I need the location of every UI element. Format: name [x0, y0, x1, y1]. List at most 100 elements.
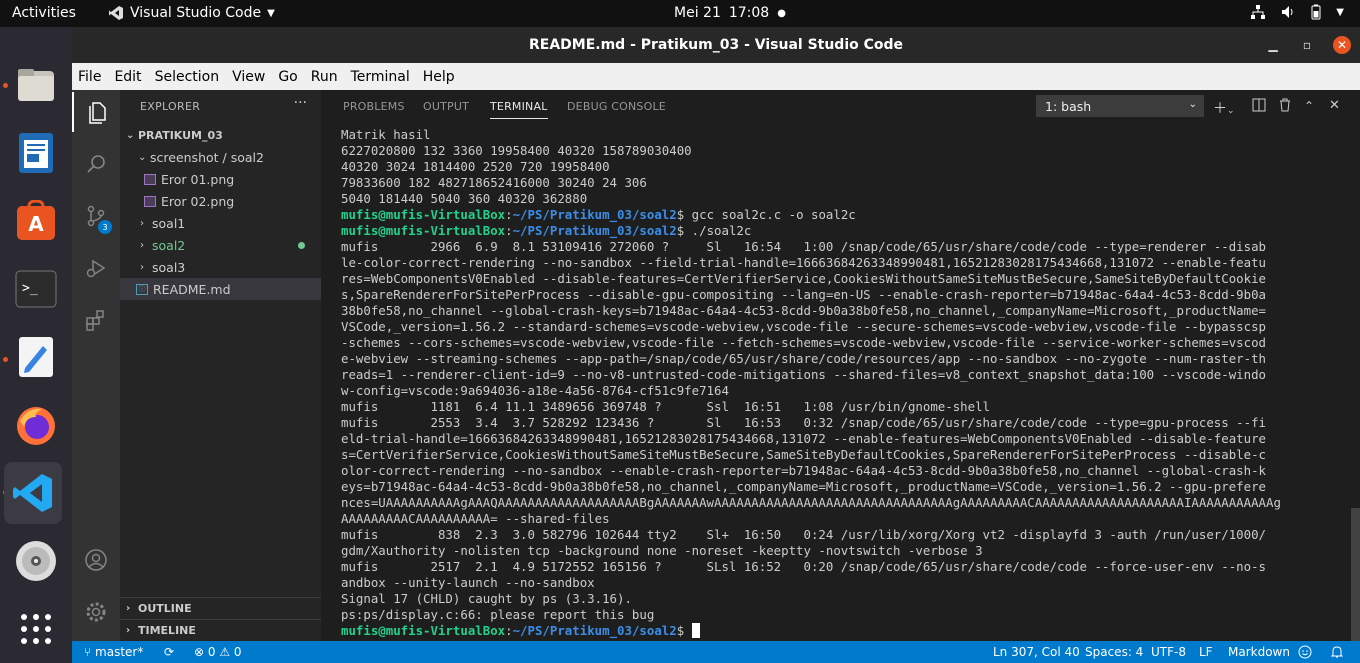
tab-output[interactable]: OUTPUT — [423, 100, 469, 113]
notifications-button[interactable] — [1330, 645, 1344, 662]
terminal-line: olor-correct-rendering --no-sandbox --en… — [341, 463, 1267, 478]
search-view-button[interactable] — [72, 144, 120, 184]
split-icon — [1252, 98, 1266, 112]
menu-go[interactable]: Go — [272, 69, 304, 85]
window-titlebar[interactable]: README.md - Pratikum_03 - Visual Studio … — [72, 27, 1360, 63]
timeline-label: TIMELINE — [138, 624, 196, 637]
tab-terminal[interactable]: TERMINAL — [490, 100, 548, 119]
chevron-right-icon: › — [126, 625, 131, 636]
menu-run[interactable]: Run — [305, 69, 345, 85]
terminal-icon: >_ — [15, 270, 57, 308]
cursor-position[interactable]: Ln 307, Col 40 — [993, 645, 1080, 659]
problems-indicator[interactable]: ⊗ 0 ⚠ 0 — [194, 645, 242, 659]
branch-indicator[interactable]: ⑂ master* — [84, 645, 143, 659]
encoding-indicator[interactable]: UTF-8 — [1151, 645, 1186, 659]
terminal-selector[interactable]: 1: bash ⌄ — [1036, 95, 1204, 117]
writer-launcher[interactable] — [10, 127, 62, 179]
tree-file-eror-02[interactable]: Eror 02.png — [120, 190, 321, 212]
explorer-view-button[interactable] — [72, 92, 120, 132]
feedback-icon — [1298, 645, 1312, 659]
vscode-launcher[interactable] — [4, 462, 62, 524]
terminal-line: 6227020800 132 3360 19958400 40320 15878… — [341, 143, 692, 158]
extensions-icon — [86, 310, 104, 331]
menu-edit[interactable]: Edit — [108, 69, 148, 85]
terminal-line: 38b0fe58,no_channel --global-crash-keys=… — [341, 303, 1267, 318]
system-tray[interactable]: ▼ — [1250, 4, 1344, 20]
tab-problems[interactable]: PROBLEMS — [343, 100, 405, 113]
menu-file[interactable]: File — [72, 69, 108, 85]
accounts-button[interactable] — [72, 540, 120, 580]
run-debug-view-button[interactable] — [72, 248, 120, 288]
panel-tab-bar: PROBLEMS OUTPUT TERMINAL DEBUG CONSOLE 1… — [321, 90, 1360, 122]
sync-button[interactable]: ⟳ — [164, 645, 174, 659]
tree-folder-soal1[interactable]: › soal1 — [120, 212, 321, 234]
terminal-line: reads=1 --renderer-client-id=9 --no-v8-u… — [341, 367, 1267, 382]
eol-indicator[interactable]: LF — [1199, 645, 1213, 659]
extensions-view-button[interactable] — [72, 300, 120, 340]
source-control-view-button[interactable]: 3 — [72, 196, 120, 236]
timeline-section[interactable]: › TIMELINE — [120, 619, 321, 641]
vscode-app-icon — [109, 6, 123, 20]
indentation-indicator[interactable]: Spaces: 4 — [1085, 645, 1143, 659]
markdown-file-icon: ⓘ — [136, 283, 148, 295]
menu-terminal[interactable]: Terminal — [345, 69, 417, 85]
terminal-line: mufis@mufis-VirtualBox:~/PS/Pratikum_03/… — [341, 623, 1351, 639]
close-button[interactable]: ✕ — [1333, 36, 1351, 54]
terminal-selector-value: 1: bash — [1045, 99, 1092, 114]
tree-folder-soal2[interactable]: › soal2 — [120, 234, 321, 256]
terminal-line: s=CertVerifierService,CookiesWithoutSame… — [341, 447, 1267, 462]
tree-folder-screenshot[interactable]: ⌄ screenshot / soal2 — [120, 146, 321, 168]
minimize-button[interactable]: ▁ — [1264, 36, 1282, 54]
manage-button[interactable] — [72, 592, 120, 632]
software-launcher[interactable]: A — [10, 195, 62, 247]
terminal-line: 79833600 182 482718652416000 30240 24 30… — [341, 175, 647, 190]
terminal-line: Matrik hasil — [341, 127, 431, 142]
tree-folder-soal3[interactable]: › soal3 — [120, 256, 321, 278]
language-mode[interactable]: Markdown — [1228, 645, 1290, 659]
menu-view[interactable]: View — [226, 69, 272, 85]
disc-launcher[interactable] — [10, 535, 62, 587]
terminal-scrollbar[interactable] — [1351, 508, 1360, 641]
clock[interactable]: Mei 21 17:08 ● — [674, 5, 786, 21]
volume-icon — [1282, 6, 1293, 18]
close-panel-button[interactable]: ✕ — [1329, 98, 1340, 113]
new-terminal-button[interactable]: ＋⌄ — [1213, 98, 1235, 118]
folder-icon — [18, 69, 54, 101]
chevron-right-icon: › — [126, 603, 131, 614]
svg-text:>_: >_ — [22, 281, 38, 296]
explorer-sidebar: EXPLORER ··· ⌄ PRATIKUM_03 ⌄ screenshot … — [120, 90, 321, 641]
menu-selection[interactable]: Selection — [149, 69, 227, 85]
modified-indicator — [298, 241, 305, 249]
app-menu[interactable]: Visual Studio Code ▼ — [108, 5, 275, 21]
outline-section[interactable]: › OUTLINE — [120, 597, 321, 619]
kill-terminal-button[interactable] — [1278, 98, 1292, 116]
terminal-output[interactable]: Matrik hasil 6227020800 132 3360 19958400… — [321, 122, 1351, 641]
firefox-icon — [17, 407, 55, 445]
files-launcher[interactable] — [10, 59, 62, 111]
terminal-line: 40320 3024 1814400 2520 720 19958400 — [341, 159, 610, 174]
window-title: README.md - Pratikum_03 - Visual Studio … — [528, 37, 904, 53]
terminal-line: le-color-correct-rendering --no-sandbox … — [341, 255, 1267, 270]
text-editor-launcher[interactable] — [10, 331, 62, 383]
terminal-line: eys=b71948ac-64a4-4c53-8cdd-9b0a38b0fe58… — [341, 479, 1267, 494]
terminal-launcher[interactable]: >_ — [10, 263, 62, 315]
prompt-path: ~/PS/Pratikum_03/soal2 — [512, 207, 677, 222]
gnome-top-bar: Activities Visual Studio Code ▼ Mei 21 1… — [0, 0, 1360, 27]
maximize-panel-button[interactable]: ⌃ — [1304, 99, 1314, 113]
activities-button[interactable]: Activities — [12, 5, 76, 21]
terminal-line: -schemes --cors-schemes=vscode-webview,v… — [341, 335, 1267, 350]
chevron-down-icon: ▼ — [267, 7, 275, 19]
chevron-down-icon: ⌄ — [1227, 106, 1235, 116]
show-applications-button[interactable] — [10, 603, 62, 655]
more-actions-button[interactable]: ··· — [294, 95, 307, 111]
workspace-root-label: PRATIKUM_03 — [138, 128, 223, 142]
tab-debug-console[interactable]: DEBUG CONSOLE — [567, 100, 666, 113]
tree-file-readme[interactable]: ⓘ README.md — [120, 278, 321, 300]
maximize-button[interactable]: ▫ — [1298, 36, 1316, 54]
menu-help[interactable]: Help — [417, 69, 462, 85]
tree-file-eror-01[interactable]: Eror 01.png — [120, 168, 321, 190]
feedback-button[interactable] — [1298, 645, 1312, 662]
workspace-root[interactable]: ⌄ PRATIKUM_03 — [120, 124, 321, 146]
firefox-launcher[interactable] — [10, 399, 62, 451]
split-terminal-button[interactable] — [1252, 98, 1266, 116]
